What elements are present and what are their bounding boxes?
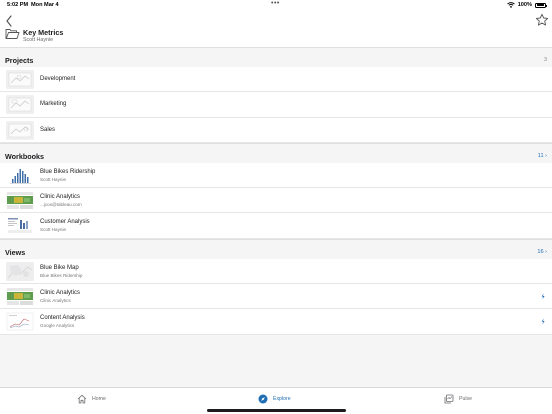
project-label: Sales	[40, 126, 56, 133]
project-label: Marketing	[40, 101, 67, 108]
view-title: Blue Bike Map	[40, 264, 79, 271]
workbook-row[interactable]: Blue Bikes Ridership Scott Haynie	[0, 163, 552, 189]
view-workbook: Clinic Analytics	[40, 298, 71, 304]
views-section-header: Views 16 ›	[0, 238, 552, 259]
project-row[interactable]: Sales	[0, 118, 552, 143]
workbooks-see-all-link[interactable]: 11 ›	[538, 153, 547, 159]
content-area: Projects 3 Development Marketing Sales W…	[0, 47, 552, 387]
line-chart-thumbnail-icon	[6, 312, 34, 332]
workbook-owner: Scott Haynie	[40, 176, 67, 182]
workbook-title: Blue Bikes Ridership	[40, 168, 96, 175]
workbook-row[interactable]: Clinic Analytics ...jcox@tableau.com	[0, 188, 552, 214]
compass-icon	[258, 394, 268, 404]
page-title: Key Metrics	[23, 28, 64, 37]
view-workbook: Blue Bikes Ridership	[40, 272, 83, 278]
project-label: Development	[40, 76, 76, 82]
workbook-row[interactable]: Customer Analysis Scott Haynie	[0, 213, 552, 239]
tab-label: Explore	[273, 396, 291, 402]
workbook-owner: Scott Haynie	[40, 227, 67, 233]
bar-chart-thumbnail-icon	[6, 165, 34, 185]
view-title: Clinic Analytics	[40, 290, 81, 297]
view-row[interactable]: Blue Bike Map Blue Bikes Ridership	[0, 259, 552, 285]
section-title: Projects	[5, 56, 34, 65]
favorite-star-icon[interactable]	[535, 13, 549, 27]
tab-pulse[interactable]: Pulse	[444, 394, 472, 404]
battery-icon	[535, 2, 547, 8]
home-icon	[77, 394, 87, 404]
title-block: Key Metrics Scott Haynie	[23, 28, 63, 44]
dashboard-thumbnail-icon	[6, 287, 34, 307]
analysis-thumbnail-icon	[6, 216, 34, 236]
home-indicator[interactable]	[207, 409, 346, 412]
view-row[interactable]: Content Analysis Google Analytics	[0, 309, 552, 335]
view-workbook: Google Analytics	[40, 323, 75, 329]
workbooks-list: Blue Bikes Ridership Scott Haynie Clinic…	[0, 162, 552, 239]
project-thumbnail-icon	[6, 120, 34, 140]
projects-section-header: Projects 3	[0, 47, 552, 67]
pulse-icon	[444, 394, 454, 404]
tab-home[interactable]: Home	[77, 394, 106, 404]
workbook-owner: ...jcox@tableau.com	[40, 202, 82, 208]
views-list: Blue Bike Map Blue Bikes Ridership Clini…	[0, 258, 552, 335]
back-chevron-icon[interactable]	[4, 14, 14, 28]
project-thumbnail-icon	[6, 70, 34, 89]
view-title: Content Analysis	[40, 315, 85, 322]
projects-list: Development Marketing Sales	[0, 67, 552, 143]
workbook-title: Customer Analysis	[40, 219, 90, 226]
folder-icon	[5, 29, 20, 39]
project-thumbnail-icon	[6, 95, 34, 115]
dashboard-thumbnail-icon	[6, 191, 34, 211]
workbooks-section-header: Workbooks 11 ›	[0, 142, 552, 163]
pulse-metric-icon[interactable]	[540, 293, 546, 300]
tab-label: Pulse	[459, 396, 472, 402]
status-bar: 5:02 PM Mon Mar 4 ••• 100%	[0, 0, 552, 11]
projects-count: 3	[543, 57, 547, 63]
workbook-title: Clinic Analytics	[40, 194, 81, 201]
status-right: 100%	[506, 2, 547, 8]
status-date: Mon Mar 4	[31, 2, 59, 8]
views-see-all-link[interactable]: 16 ›	[537, 249, 547, 255]
nav-header: Key Metrics Scott Haynie	[0, 12, 552, 46]
pulse-metric-icon[interactable]	[540, 318, 546, 325]
page-subtitle: Scott Haynie	[23, 37, 54, 43]
multitasking-dots-icon[interactable]: •••	[271, 0, 280, 7]
tab-bar: Home Explore Pulse	[0, 387, 552, 414]
project-row[interactable]: Marketing	[0, 92, 552, 118]
tab-explore[interactable]: Explore	[258, 394, 291, 404]
wifi-icon	[506, 2, 515, 8]
section-title: Workbooks	[5, 151, 45, 161]
view-row[interactable]: Clinic Analytics Clinic Analytics	[0, 284, 552, 310]
map-thumbnail-icon	[6, 261, 34, 281]
project-row[interactable]: Development	[0, 67, 552, 93]
tab-label: Home	[92, 396, 106, 402]
section-title: Views	[5, 247, 26, 257]
battery-percent: 100%	[517, 2, 532, 8]
status-time: 5:02 PM	[7, 2, 29, 8]
